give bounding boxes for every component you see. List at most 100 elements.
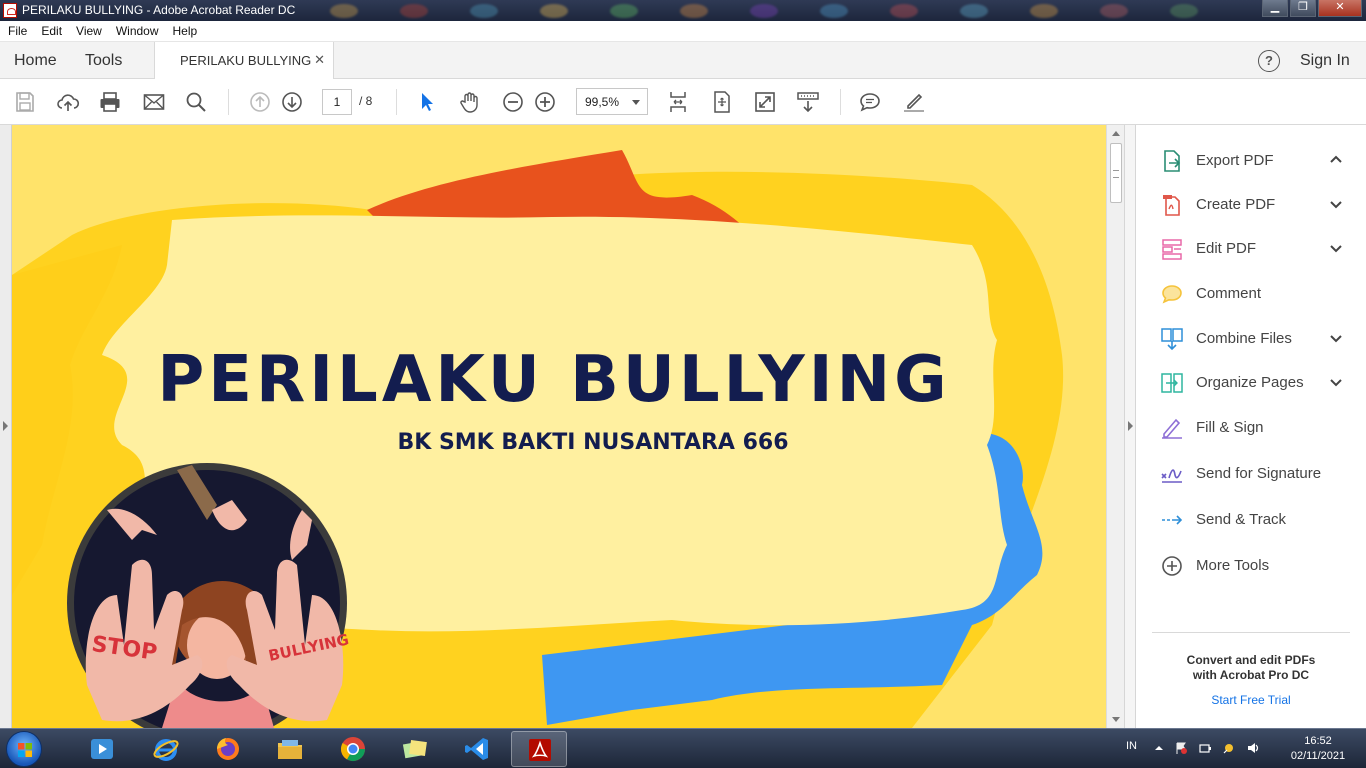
taskbar-media-player[interactable] xyxy=(74,731,130,767)
tool-organize-pages[interactable]: Organize Pages xyxy=(1160,370,1360,396)
tool-send-track[interactable]: Send & Track xyxy=(1160,507,1360,533)
tool-combine-files[interactable]: Combine Files xyxy=(1160,326,1360,352)
taskbar-acrobat-reader[interactable] xyxy=(511,731,567,767)
promo-line-1: Convert and edit PDFs xyxy=(1186,653,1316,667)
cloud-upload-icon[interactable] xyxy=(56,90,80,114)
taskbar-firefox[interactable] xyxy=(200,731,256,767)
tool-edit-pdf[interactable]: Edit PDF xyxy=(1160,236,1360,262)
page-background-art: STOP BULLYING xyxy=(12,150,1064,728)
close-tab-icon[interactable]: ✕ xyxy=(314,52,325,68)
tab-tools[interactable]: Tools xyxy=(85,52,122,70)
tool-export-pdf[interactable]: Export PDF xyxy=(1160,148,1360,174)
expand-icon[interactable] xyxy=(753,90,777,114)
page-number-input[interactable]: 1 xyxy=(322,89,352,115)
right-panel-toggle[interactable] xyxy=(1124,125,1136,728)
combine-files-icon xyxy=(1161,328,1183,351)
promo-line-2: with Acrobat Pro DC xyxy=(1192,668,1310,682)
zoom-select[interactable]: 99,5% xyxy=(576,88,648,115)
select-arrow-icon[interactable] xyxy=(415,90,439,114)
taskbar-internet-explorer[interactable] xyxy=(138,731,194,767)
tools-panel: Export PDF Create PDF Edit PDF Comment C… xyxy=(1136,125,1366,728)
start-button[interactable] xyxy=(6,731,42,767)
close-window-button[interactable]: ✕ xyxy=(1318,0,1362,17)
file-explorer-icon xyxy=(278,740,302,759)
send-signature-icon xyxy=(1161,469,1182,483)
scroll-down-icon[interactable] xyxy=(1112,717,1120,722)
sticky-notes-icon xyxy=(402,739,427,759)
scroll-thumb[interactable] xyxy=(1110,143,1122,203)
full-screen-icon[interactable] xyxy=(710,90,734,114)
chevron-right-icon xyxy=(3,421,8,431)
menu-file[interactable]: File xyxy=(8,24,27,38)
window-title: PERILAKU BULLYING - Adobe Acrobat Reader… xyxy=(22,3,296,17)
fit-page-icon[interactable] xyxy=(666,90,690,114)
show-hidden-icons-icon[interactable] xyxy=(1152,741,1166,755)
save-icon[interactable] xyxy=(13,90,37,114)
acrobat-reader-icon xyxy=(529,739,551,761)
vscode-icon xyxy=(465,738,488,760)
menu-window[interactable]: Window xyxy=(116,24,159,38)
menu-edit[interactable]: Edit xyxy=(41,24,62,38)
chevron-down-icon[interactable] xyxy=(1330,198,1342,210)
organize-pages-icon xyxy=(1161,373,1183,393)
zoom-in-icon[interactable] xyxy=(533,90,557,114)
chevron-down-icon xyxy=(632,100,640,105)
minimize-button[interactable]: ▁ xyxy=(1262,0,1288,17)
promo-text: Convert and edit PDFs with Acrobat Pro D… xyxy=(1152,653,1350,683)
tool-label: Create PDF xyxy=(1196,196,1276,213)
network-icon[interactable] xyxy=(1222,741,1236,755)
highlight-pen-icon[interactable] xyxy=(902,90,926,114)
read-mode-icon[interactable] xyxy=(796,90,820,114)
tool-create-pdf[interactable]: Create PDF xyxy=(1160,192,1360,218)
taskbar-chrome[interactable] xyxy=(325,731,381,767)
chevron-down-icon[interactable] xyxy=(1330,376,1342,388)
scroll-up-icon[interactable] xyxy=(1112,131,1120,136)
vertical-scrollbar[interactable] xyxy=(1106,125,1124,728)
edit-pdf-icon xyxy=(1162,239,1182,260)
clock[interactable]: 16:52 02/11/2021 xyxy=(1278,734,1358,764)
left-panel-toggle[interactable] xyxy=(0,125,12,728)
page-up-icon[interactable] xyxy=(248,90,272,114)
start-free-trial-link[interactable]: Start Free Trial xyxy=(1152,693,1350,707)
comment-icon[interactable] xyxy=(858,90,882,114)
tool-send-for-signature[interactable]: Send for Signature xyxy=(1160,461,1360,487)
page-down-icon[interactable] xyxy=(280,90,304,114)
page-total: / 8 xyxy=(359,94,373,108)
language-indicator[interactable]: IN xyxy=(1126,740,1137,752)
chevron-up-icon[interactable] xyxy=(1330,154,1342,166)
chevron-down-icon[interactable] xyxy=(1330,242,1342,254)
document-viewer[interactable]: STOP BULLYING PERILAKU BULLYING BK SMK B… xyxy=(0,125,1124,728)
volume-icon[interactable] xyxy=(1246,741,1260,755)
document-tab-label: PERILAKU BULLYING xyxy=(180,53,312,68)
toolbar: 1 / 8 99,5% xyxy=(0,79,1366,125)
power-icon[interactable] xyxy=(1198,741,1212,755)
menu-help[interactable]: Help xyxy=(173,24,198,38)
tool-comment[interactable]: Comment xyxy=(1160,281,1360,307)
print-icon[interactable] xyxy=(98,90,122,114)
taskbar-file-explorer[interactable] xyxy=(262,731,318,767)
more-tools-icon xyxy=(1162,556,1182,576)
clock-time: 16:52 xyxy=(1304,735,1332,747)
help-icon[interactable]: ? xyxy=(1258,50,1280,72)
windows-logo-icon xyxy=(18,743,32,757)
taskbar-sticky-notes[interactable] xyxy=(387,731,443,767)
action-center-flag-icon[interactable] xyxy=(1174,741,1188,755)
windows-media-player-icon xyxy=(91,739,113,759)
firefox-icon xyxy=(217,738,239,760)
hand-icon[interactable] xyxy=(458,90,482,114)
tool-label: Send for Signature xyxy=(1196,465,1322,482)
zoom-out-icon[interactable] xyxy=(501,90,525,114)
menu-view[interactable]: View xyxy=(76,24,102,38)
tool-label: Comment xyxy=(1196,285,1262,302)
tool-fill-sign[interactable]: Fill & Sign xyxy=(1160,415,1360,441)
tool-more-tools[interactable]: More Tools xyxy=(1160,553,1360,579)
email-icon[interactable] xyxy=(142,90,166,114)
taskbar-vscode[interactable] xyxy=(449,731,505,767)
search-icon[interactable] xyxy=(184,90,208,114)
sign-in-button[interactable]: Sign In xyxy=(1300,52,1350,70)
internet-explorer-icon xyxy=(153,739,179,761)
tab-home[interactable]: Home xyxy=(14,52,57,70)
tab-document[interactable]: PERILAKU BULLYING ✕ xyxy=(154,42,334,79)
chevron-down-icon[interactable] xyxy=(1330,332,1342,344)
restore-button[interactable]: ❐ xyxy=(1290,0,1316,17)
